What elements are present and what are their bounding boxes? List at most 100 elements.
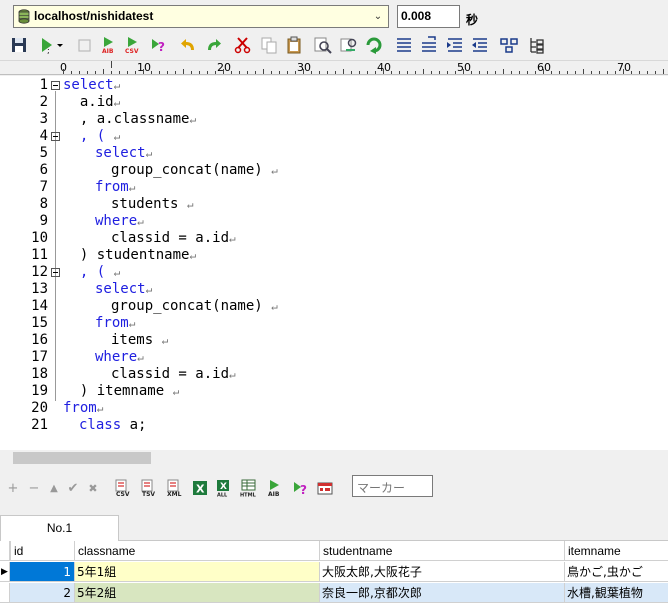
table-cell-classname[interactable]: 5年1組 — [75, 562, 320, 582]
table-cell-studentname[interactable]: 奈良一郎,京都次郎 — [320, 583, 565, 603]
run-menu-chevron-icon[interactable] — [55, 36, 65, 54]
export-html-icon[interactable]: HTML — [240, 479, 258, 497]
tab-result-1[interactable]: No.1 — [0, 515, 119, 542]
save-icon[interactable] — [10, 36, 28, 54]
code-line-2: a.id↵ — [63, 94, 120, 111]
eol-mark: ↵ — [128, 317, 136, 330]
export-xml-icon[interactable]: XML — [166, 479, 184, 497]
table-cell-itemname[interactable]: 水槽,観葉植物 — [565, 583, 668, 603]
replace-icon[interactable] — [340, 36, 358, 54]
line-number: 5 — [39, 145, 48, 161]
export-aib-icon[interactable]: AIB — [266, 479, 284, 497]
ruler-tick — [655, 71, 656, 74]
ruler-tick — [95, 71, 96, 74]
ruler-tick — [351, 71, 352, 74]
keyword-class: class — [79, 417, 122, 433]
table-cell-id[interactable]: 2 — [10, 583, 75, 603]
line-number: 10 — [31, 230, 48, 246]
ruler-tick — [407, 71, 408, 74]
cancel-icon[interactable]: ✖ — [86, 480, 100, 498]
ruler-tick — [567, 71, 568, 74]
run-csv-icon[interactable]: CSV — [124, 36, 142, 54]
table-cell-id[interactable]: 1 — [10, 562, 75, 582]
fold-toggle-icon[interactable] — [51, 81, 60, 90]
ruler-tick — [415, 71, 416, 74]
table-cell-studentname[interactable]: 大阪太郎,大阪花子 — [320, 562, 565, 582]
explain-icon[interactable]: ? — [150, 36, 168, 54]
paste-icon[interactable] — [285, 36, 303, 54]
redo-icon[interactable] — [204, 36, 222, 54]
tree-icon[interactable] — [528, 36, 546, 54]
ruler-tick — [207, 71, 208, 74]
ruler-tick — [399, 71, 400, 74]
outdent-icon[interactable] — [471, 36, 489, 54]
column-header-id[interactable]: id — [10, 541, 75, 561]
ruler-tick — [311, 71, 312, 74]
layout-icon[interactable] — [500, 36, 518, 54]
align-icon[interactable] — [395, 36, 413, 54]
export-tsv-icon[interactable]: TSV — [140, 479, 158, 497]
fold-toggle-icon[interactable] — [51, 268, 60, 277]
eol-mark: ↵ — [113, 96, 121, 109]
code-line-21: class a; — [79, 417, 146, 434]
code-text: , ( — [63, 264, 114, 280]
grid-settings-icon[interactable] — [316, 479, 334, 497]
export-excel-icon[interactable]: X — [191, 479, 209, 497]
code-text: items — [111, 332, 162, 348]
line-number: 20 — [31, 400, 48, 416]
ruler-mark: 20 — [217, 61, 231, 74]
marker-search-input[interactable] — [352, 475, 433, 497]
ruler-tick — [247, 71, 248, 74]
explain-result-icon[interactable]: ? — [292, 479, 310, 497]
export-excel-all-icon[interactable]: X ALL — [215, 479, 233, 497]
connection-select[interactable]: localhost/nishidatest ⌄ — [13, 5, 389, 28]
column-header-itemname[interactable]: itemname — [565, 541, 668, 561]
top-bar: localhost/nishidatest ⌄ 0.008 秒 — [0, 0, 668, 34]
svg-text:AIB: AIB — [102, 48, 114, 54]
line-number: 15 — [31, 315, 48, 331]
add-row-icon[interactable]: + — [6, 480, 20, 498]
ruler-tick — [215, 71, 216, 74]
ruler-tick — [575, 71, 576, 74]
cut-icon[interactable] — [234, 36, 252, 54]
ruler-tick — [527, 71, 528, 74]
line-number: 7 — [39, 179, 48, 195]
code-text: ) studentname — [63, 247, 190, 263]
code-text: group_concat(name) — [111, 298, 272, 314]
ruler-tick — [119, 71, 120, 74]
ruler-tick — [615, 71, 616, 74]
column-header-classname[interactable]: classname — [75, 541, 320, 561]
table-cell-classname[interactable]: 5年2組 — [75, 583, 320, 603]
svg-text:?: ? — [158, 40, 165, 54]
connection-label: localhost/nishidatest — [34, 9, 154, 23]
refresh-icon[interactable] — [365, 36, 383, 54]
copy-icon[interactable] — [260, 36, 278, 54]
code-line-7: from↵ — [95, 179, 135, 196]
eol-mark: ↵ — [172, 385, 180, 398]
fold-toggle-icon[interactable] — [51, 132, 60, 141]
code-text: a.id — [63, 94, 114, 110]
scrollbar-thumb[interactable] — [13, 452, 151, 464]
svg-text:X: X — [196, 483, 205, 496]
delete-row-icon[interactable]: − — [27, 480, 41, 498]
undo-icon[interactable] — [180, 36, 198, 54]
stop-icon[interactable] — [76, 36, 94, 54]
sql-editor[interactable]: 1 2 3 4 5 6 7 8 9 10 11 12 13 14 15 16 1… — [0, 76, 668, 450]
keyword-from: from — [95, 179, 129, 195]
chevron-down-icon[interactable]: ⌄ — [371, 9, 385, 24]
code-line-6: group_concat(name) ↵ — [111, 162, 278, 179]
ruler-tick — [143, 69, 144, 74]
format-icon[interactable] — [420, 36, 438, 54]
export-csv-icon[interactable]: CSV — [114, 479, 132, 497]
run-aib-icon[interactable]: AIB — [100, 36, 118, 54]
code-line-13: select↵ — [95, 281, 152, 298]
search-icon[interactable] — [314, 36, 332, 54]
table-cell-itemname[interactable]: 鳥かご,虫かご — [565, 562, 668, 582]
ruler-tick — [543, 69, 544, 74]
column-header-studentname[interactable]: studentname — [320, 541, 565, 561]
commit-icon[interactable]: ✔ — [66, 480, 80, 498]
move-up-icon[interactable]: ▲ — [47, 480, 61, 498]
run-icon[interactable]: ; — [38, 36, 56, 54]
ruler-tick — [503, 69, 504, 74]
indent-icon[interactable] — [446, 36, 464, 54]
